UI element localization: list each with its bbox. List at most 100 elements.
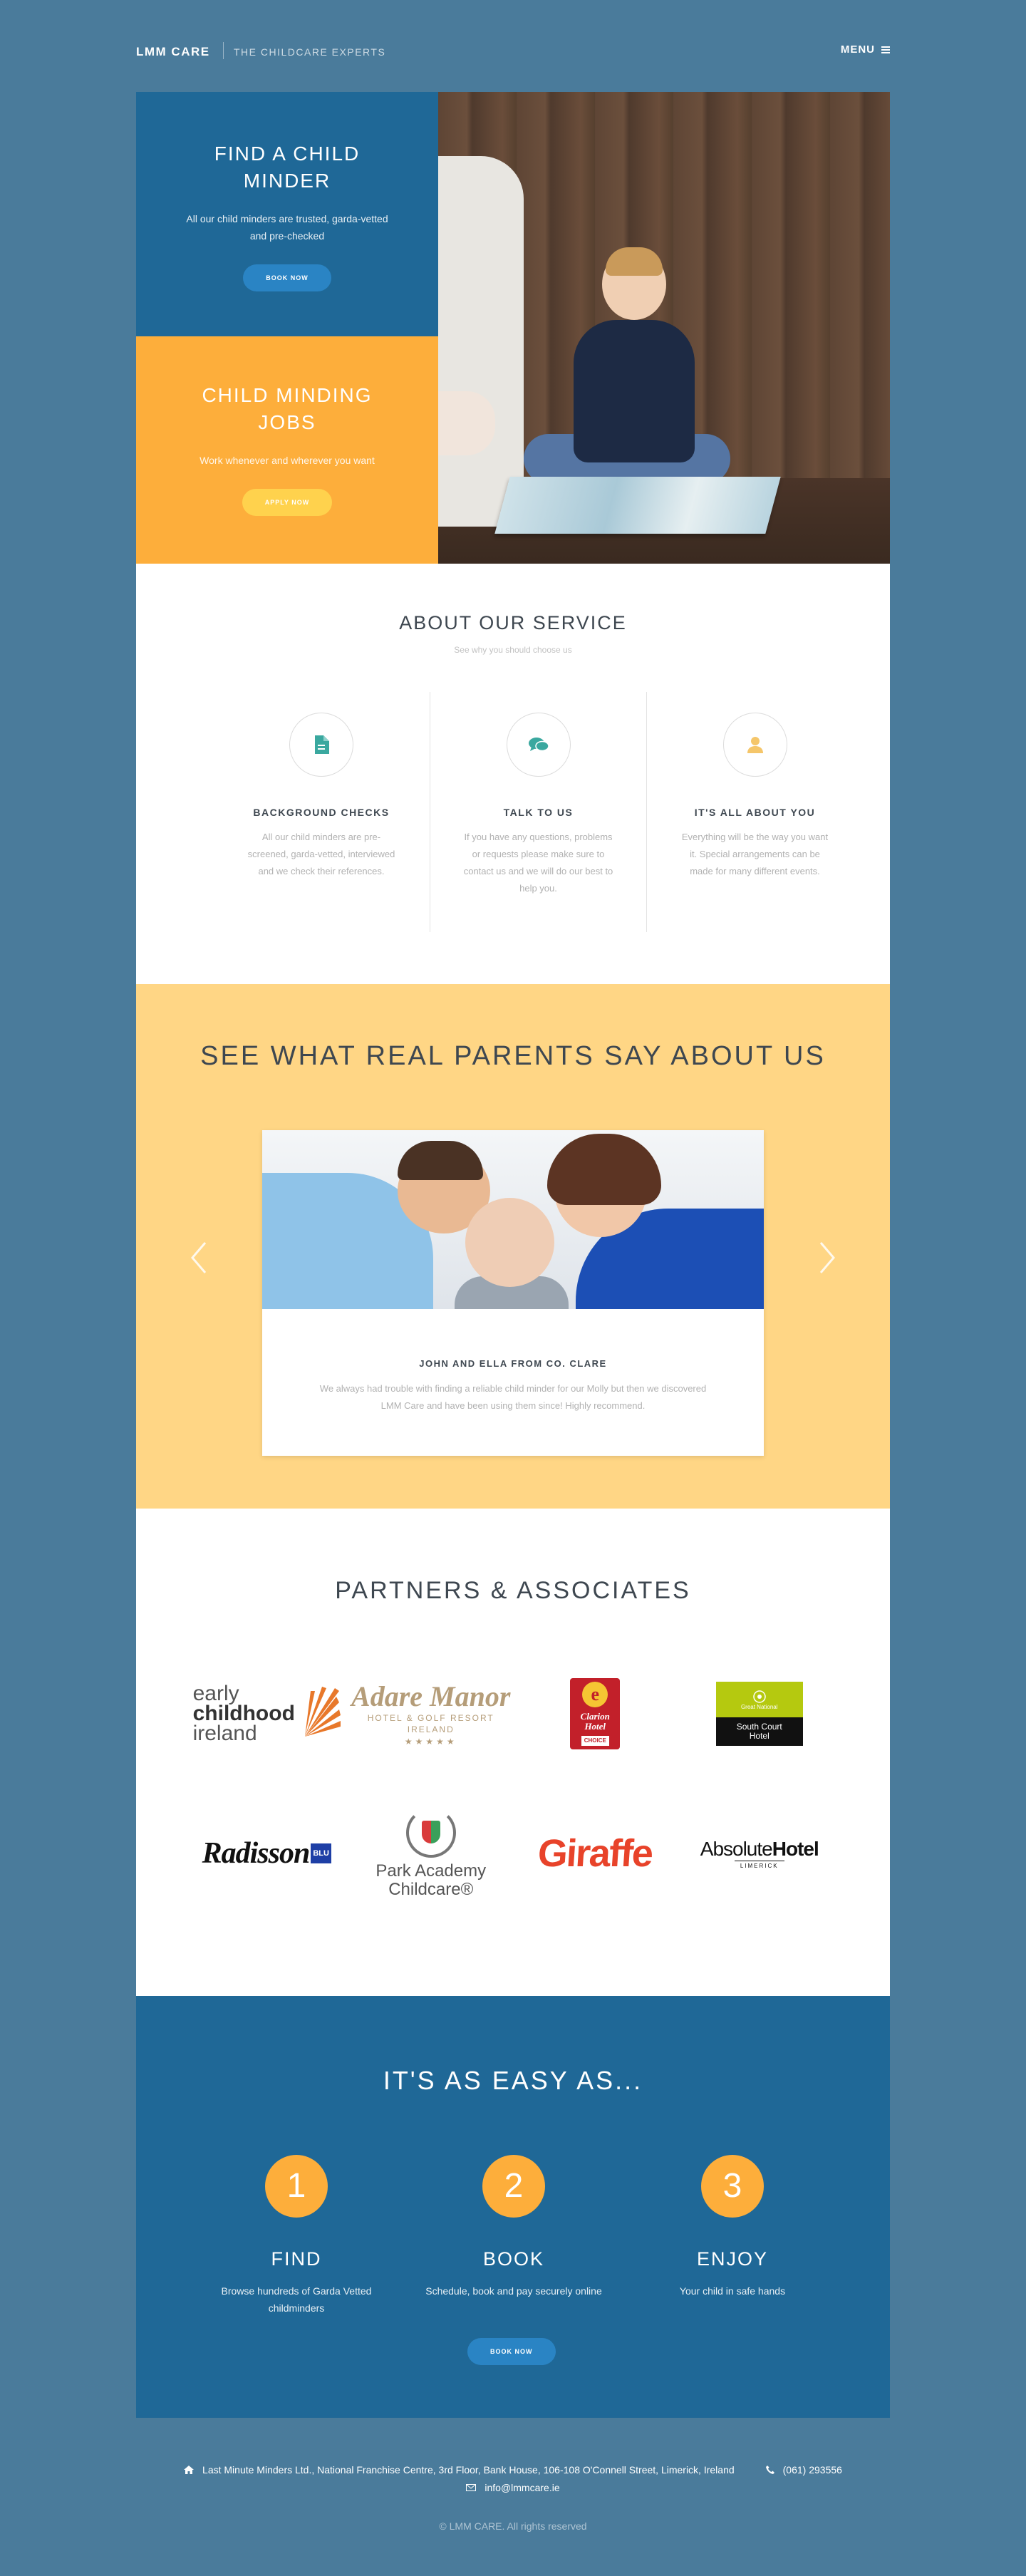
steps-row: 1 FIND Browse hundreds of Garda Vetted c… — [136, 2155, 890, 2326]
phone-icon — [765, 2466, 774, 2474]
feature-about-you: IT'S ALL ABOUT YOU Everything will be th… — [646, 692, 863, 932]
logo-text: ireland — [192, 1722, 257, 1745]
book-now-button[interactable]: BOOK NOW — [243, 264, 331, 291]
step-text: Schedule, book and pay securely online — [425, 2285, 602, 2297]
logo-text: Great National — [740, 1703, 778, 1710]
logo-south-court-hotel[interactable]: Great National South Court Hotel — [678, 1644, 842, 1784]
testimonial-author: JOHN AND ELLA FROM CO. CLARE — [419, 1358, 607, 1369]
hero-section: FIND A CHILD MINDER All our child minder… — [136, 92, 890, 564]
sunburst-icon — [304, 1687, 341, 1737]
step-text: Browse hundreds of Garda Vetted childmin… — [221, 2285, 372, 2314]
logo-text: Absolute — [700, 1838, 773, 1860]
logo-text: e — [582, 1682, 608, 1707]
star-rating: ★★★★★ — [404, 1737, 457, 1747]
steps-book-now-button[interactable]: BOOK NOW — [467, 2338, 556, 2365]
logo-text: CHOICE — [581, 1736, 609, 1746]
testimonial-card: JOHN AND ELLA FROM CO. CLARE We always h… — [262, 1130, 764, 1456]
logo-text: LIMERICK — [734, 1861, 784, 1869]
step-book: 2 BOOK Schedule, book and pay securely o… — [407, 2155, 621, 2300]
logo-giraffe[interactable]: Giraffe — [513, 1784, 678, 1923]
footer-email[interactable]: info@lmmcare.ie — [466, 2482, 560, 2493]
jobs-panel: CHILD MINDING JOBS Work whenever and whe… — [136, 336, 438, 564]
footer-phone[interactable]: (061) 293556 — [765, 2464, 842, 2476]
chat-icon — [506, 713, 571, 777]
hamburger-icon — [881, 46, 890, 53]
about-section: ABOUT OUR SERVICE See why you should cho… — [136, 564, 890, 984]
carousel-next-arrow-icon[interactable] — [817, 1240, 838, 1276]
menu-label: MENU — [840, 43, 875, 56]
logo-text: Hotel — [749, 1731, 770, 1741]
find-minder-desc: All our child minders are trusted, garda… — [186, 213, 388, 242]
feature-background-checks: BACKGROUND CHECKS All our child minders … — [213, 692, 430, 932]
logo-text: Hotel — [772, 1838, 819, 1860]
brand-divider — [223, 42, 224, 59]
testimonials-section: SEE WHAT REAL PARENTS SAY ABOUT US JOHN … — [136, 984, 890, 1509]
site-header: LMM CARE THE CHILDCARE EXPERTS MENU — [136, 39, 890, 63]
user-icon — [722, 713, 787, 777]
apply-now-button[interactable]: APPLY NOW — [242, 489, 333, 516]
feature-talk-to-us: TALK TO US If you have any questions, pr… — [430, 692, 646, 932]
step-enjoy: 3 ENJOY Your child in safe hands — [626, 2155, 839, 2300]
step-find: 1 FIND Browse hundreds of Garda Vetted c… — [190, 2155, 403, 2317]
steps-section: IT'S AS EASY AS... 1 FIND Browse hundred… — [136, 1996, 890, 2418]
logo-text: Childcare® — [388, 1880, 474, 1899]
logo-adare-manor[interactable]: Adare Manor HOTEL & GOLF RESORT IRELAND … — [349, 1644, 514, 1784]
feature-title: TALK TO US — [503, 807, 574, 818]
hero-photo-mother-child — [438, 92, 890, 564]
feature-title: IT'S ALL ABOUT YOU — [694, 807, 816, 818]
about-subtitle: See why you should choose us — [454, 645, 572, 655]
brand-logo[interactable]: LMM CARE — [136, 45, 210, 59]
carousel-prev-arrow-icon[interactable] — [188, 1240, 209, 1276]
partners-title: PARTNERS & ASSOCIATES — [335, 1577, 691, 1604]
logo-text: Hotel — [584, 1721, 606, 1732]
logo-text: BLU — [311, 1843, 331, 1863]
logo-text: Radisson — [202, 1837, 311, 1870]
logo-park-academy-childcare[interactable]: Park Academy Childcare® — [349, 1784, 514, 1923]
logo-absolute-hotel[interactable]: AbsoluteHotel LIMERICK — [678, 1784, 842, 1923]
feature-text: If you have any questions, problems or r… — [463, 832, 613, 894]
footer-address-text: Last Minute Minders Ltd., National Franc… — [202, 2464, 735, 2476]
testimonials-title: SEE WHAT REAL PARENTS SAY ABOUT US — [200, 1041, 826, 1071]
menu-button[interactable]: MENU — [841, 43, 890, 56]
testimonial-family-photo — [262, 1130, 764, 1309]
step-title: BOOK — [482, 2248, 545, 2270]
home-icon — [184, 2466, 195, 2474]
logo-text: Clarion — [580, 1711, 610, 1722]
partner-logo-grid: early childhood ireland Adare Manor HOTE… — [185, 1644, 841, 1923]
footer-phone-text: (061) 293556 — [782, 2464, 842, 2476]
steps-title: IT'S AS EASY AS... — [383, 2066, 643, 2095]
step-number: 2 — [482, 2155, 545, 2218]
logo-text: HOTEL & GOLF RESORT — [367, 1713, 494, 1723]
step-title: ENJOY — [696, 2248, 769, 2270]
crest-icon — [405, 1808, 456, 1858]
brand-tagline: THE CHILDCARE EXPERTS — [234, 46, 386, 58]
footer-copyright: © LMM CARE. All rights reserved — [439, 2520, 587, 2532]
footer-address: Last Minute Minders Ltd., National Franc… — [184, 2464, 735, 2476]
logo-text: Adare Manor — [351, 1680, 511, 1712]
step-number: 3 — [701, 2155, 764, 2218]
footer-email-text: info@lmmcare.ie — [484, 2482, 560, 2493]
logo-early-childhood-ireland[interactable]: early childhood ireland — [185, 1644, 349, 1784]
logo-text: IRELAND — [407, 1724, 455, 1734]
partners-section: PARTNERS & ASSOCIATES early childhood ir… — [136, 1509, 890, 1996]
site-footer: Last Minute Minders Ltd., National Franc… — [0, 2418, 1026, 2576]
logo-text: early — [192, 1682, 239, 1705]
step-text: Your child in safe hands — [679, 2285, 786, 2297]
jobs-desc: Work whenever and wherever you want — [200, 455, 375, 466]
feature-text: Everything will be the way you want it. … — [681, 832, 829, 876]
logo-radisson-blu[interactable]: Radisson BLU — [185, 1784, 349, 1923]
envelope-icon — [466, 2484, 477, 2491]
testimonial-quote: We always had trouble with finding a rel… — [319, 1383, 707, 1411]
document-icon — [289, 713, 353, 777]
feature-text: All our child minders are pre-screened, … — [247, 832, 395, 876]
step-title: FIND — [271, 2248, 322, 2270]
hotel-emblem-icon — [753, 1690, 766, 1703]
find-minder-panel: FIND A CHILD MINDER All our child minder… — [136, 92, 438, 336]
jobs-title: CHILD MINDING JOBS — [202, 384, 373, 433]
logo-clarion-hotel[interactable]: e Clarion Hotel CHOICE — [513, 1644, 678, 1784]
features-row: BACKGROUND CHECKS All our child minders … — [213, 692, 863, 932]
logo-text: Giraffe — [537, 1832, 654, 1875]
feature-title: BACKGROUND CHECKS — [253, 807, 390, 818]
about-title: ABOUT OUR SERVICE — [399, 612, 627, 633]
find-minder-title: FIND A CHILD MINDER — [214, 143, 361, 192]
